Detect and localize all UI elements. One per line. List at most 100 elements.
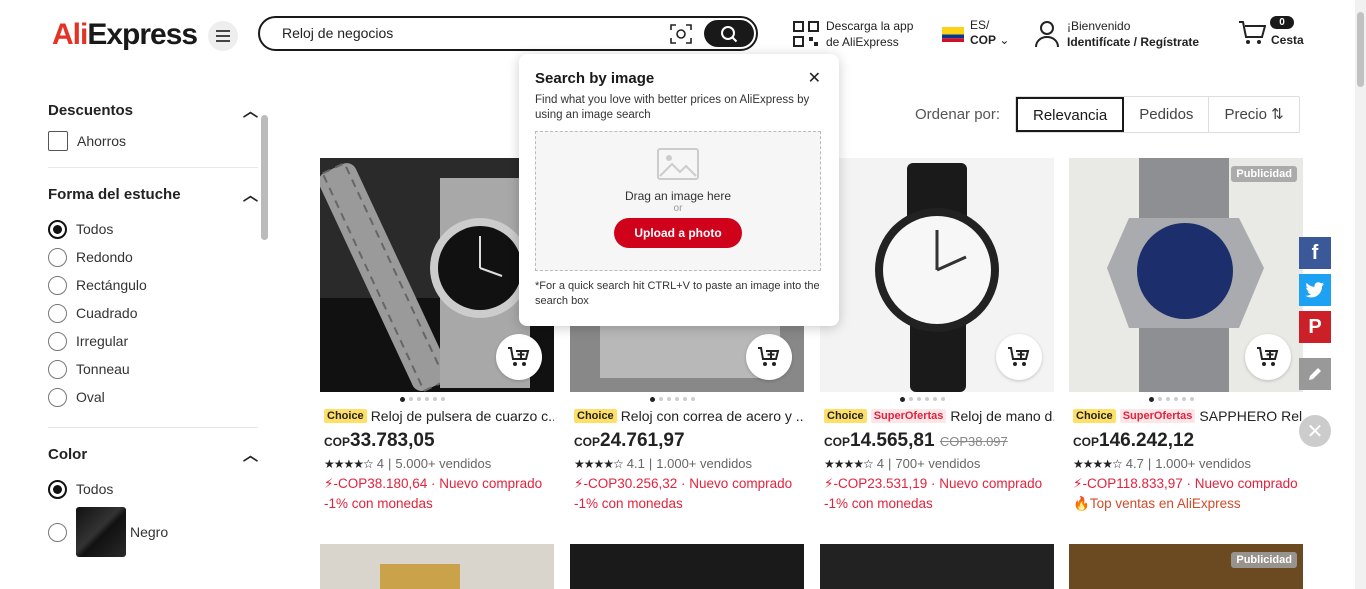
product-image[interactable]: Publicidad: [1069, 158, 1303, 392]
menu-button[interactable]: [208, 21, 238, 51]
close-share-icon[interactable]: ✕: [1299, 415, 1331, 447]
edit-icon[interactable]: [1299, 358, 1331, 390]
filter-title: Forma del estuche: [48, 186, 181, 203]
promo-text: ⚡-COP118.833,97 · Nuevo comprado: [1073, 476, 1298, 491]
choice-badge: Choice: [574, 409, 617, 423]
facebook-icon[interactable]: f: [1299, 237, 1331, 269]
radio[interactable]: [48, 247, 67, 267]
radio-option[interactable]: Oval: [48, 383, 258, 411]
radio-option[interactable]: Tonneau: [48, 355, 258, 383]
color-swatch-black[interactable]: [76, 507, 126, 557]
search-icon: [721, 25, 738, 42]
radio[interactable]: [48, 275, 67, 295]
chevron-down-icon: ⌄: [999, 33, 1010, 47]
camera-search-icon[interactable]: [670, 24, 692, 44]
radio[interactable]: [48, 303, 67, 323]
product-image[interactable]: [820, 158, 1054, 392]
add-to-cart-button[interactable]: [496, 334, 542, 380]
add-to-cart-button[interactable]: [1245, 334, 1291, 380]
sort-orders[interactable]: Pedidos: [1124, 97, 1210, 132]
chevron-up-icon[interactable]: ︿: [243, 184, 258, 205]
image-carousel-dots[interactable]: [570, 392, 804, 406]
product-image[interactable]: Publicidad: [1069, 544, 1303, 589]
filter-color: Color ︿ Todos Negro: [48, 444, 258, 561]
radio-option[interactable]: Todos: [48, 215, 258, 243]
product-title[interactable]: SAPPHERO Rel...: [1199, 408, 1303, 424]
cart-plus-icon: [1008, 347, 1030, 366]
product-title[interactable]: Reloj de mano d...: [950, 408, 1054, 424]
chevron-up-icon[interactable]: ︿: [243, 444, 258, 465]
radio-selected[interactable]: [48, 219, 67, 239]
add-to-cart-button[interactable]: [996, 334, 1042, 380]
promo-text: ⚡-COP30.256,32 · Nuevo comprado: [574, 476, 793, 491]
choice-badge: Choice: [824, 409, 867, 423]
close-icon[interactable]: ✕: [808, 68, 821, 88]
original-price: COP38.097: [939, 434, 1008, 449]
radio[interactable]: [48, 522, 67, 542]
user-icon[interactable]: [1034, 20, 1060, 48]
search-bar: [258, 16, 758, 51]
flame-icon: 🔥: [1073, 496, 1090, 511]
page-scrollbar[interactable]: [1355, 0, 1366, 589]
radio[interactable]: [48, 331, 67, 351]
radio-option[interactable]: Todos: [48, 475, 258, 503]
colombia-flag-icon: [942, 27, 964, 42]
radio-option[interactable]: Irregular: [48, 327, 258, 355]
image-carousel-dots[interactable]: [820, 392, 1054, 406]
checkbox[interactable]: [48, 131, 68, 151]
qr-code-icon[interactable]: [793, 21, 819, 47]
radio-selected[interactable]: [48, 479, 67, 499]
product-image[interactable]: [820, 544, 1054, 589]
choice-badge: Choice: [324, 409, 367, 423]
radio-option[interactable]: Cuadrado: [48, 299, 258, 327]
upload-photo-button[interactable]: Upload a photo: [614, 218, 742, 248]
cart-label[interactable]: Cesta: [1271, 33, 1304, 47]
filter-discounts: Descuentos ︿ Ahorros: [48, 100, 258, 168]
product-title[interactable]: Reloj con correa de acero y ...: [621, 408, 804, 424]
twitter-icon[interactable]: [1299, 274, 1331, 306]
coins-text: -1% con monedas: [574, 496, 683, 511]
add-to-cart-button[interactable]: [746, 334, 792, 380]
product-price: COP24.761,97: [574, 430, 685, 451]
product-image[interactable]: [570, 544, 804, 589]
radio-option[interactable]: Negro: [48, 503, 258, 561]
sponsored-badge: Publicidad: [1231, 166, 1297, 182]
search-input[interactable]: [282, 25, 662, 41]
cart-icon[interactable]: [1238, 20, 1266, 46]
product-card[interactable]: Choice SuperOfertas Reloj de mano d... COP…: [820, 158, 1054, 511]
image-carousel-dots[interactable]: [320, 392, 554, 406]
chevron-up-icon[interactable]: ︿: [243, 100, 258, 121]
popup-title: Search by image: [535, 70, 655, 87]
sort-relevance[interactable]: Relevancia: [1016, 97, 1125, 132]
sort-price[interactable]: Precio ⇅: [1209, 97, 1298, 132]
superofertas-badge: SuperOfertas: [1119, 409, 1196, 423]
language-currency-selector[interactable]: ES/COP ⌄: [970, 18, 1009, 48]
product-title[interactable]: Reloj de pulsera de cuarzo c...: [371, 408, 554, 424]
image-carousel-dots[interactable]: [1069, 392, 1303, 406]
pinterest-icon[interactable]: P: [1299, 311, 1331, 343]
popup-hint: *For a quick search hit CTRL+V to paste …: [535, 280, 820, 307]
account-link[interactable]: ¡Bienvenido Identifícate / Regístrate: [1067, 18, 1199, 50]
product-price: COP33.783,05: [324, 430, 435, 451]
cart-plus-icon: [758, 347, 780, 366]
radio[interactable]: [48, 359, 67, 379]
download-app-link[interactable]: Descarga la app de AliExpress: [826, 18, 913, 50]
filter-title: Descuentos: [48, 102, 134, 119]
radio-option[interactable]: Redondo: [48, 243, 258, 271]
checkbox-ahorros[interactable]: Ahorros: [48, 131, 258, 151]
coins-text: -1% con monedas: [324, 496, 433, 511]
choice-badge: Choice: [1073, 409, 1116, 423]
image-dropzone[interactable]: Drag an image here or Upload a photo: [535, 131, 821, 271]
product-image[interactable]: [320, 544, 554, 589]
radio-option[interactable]: Rectángulo: [48, 271, 258, 299]
page: AliExpress Descarga la appde AliExpress …: [0, 0, 1366, 589]
cart-plus-icon: [508, 347, 530, 366]
sort-label: Ordenar por:: [915, 106, 1001, 123]
product-card[interactable]: Publicidad Choice SuperOfertas SAPPHERO Re…: [1069, 158, 1303, 512]
sidebar-scrollbar[interactable]: [259, 100, 269, 585]
aliexpress-logo[interactable]: AliExpress: [52, 18, 198, 52]
search-button[interactable]: [704, 20, 754, 47]
product-rating: ★★★★☆ 4.7 | 1.000+ vendidos: [1073, 456, 1252, 471]
promo-text: ⚡-COP38.180,64 · Nuevo comprado: [324, 476, 543, 491]
radio[interactable]: [48, 387, 67, 407]
